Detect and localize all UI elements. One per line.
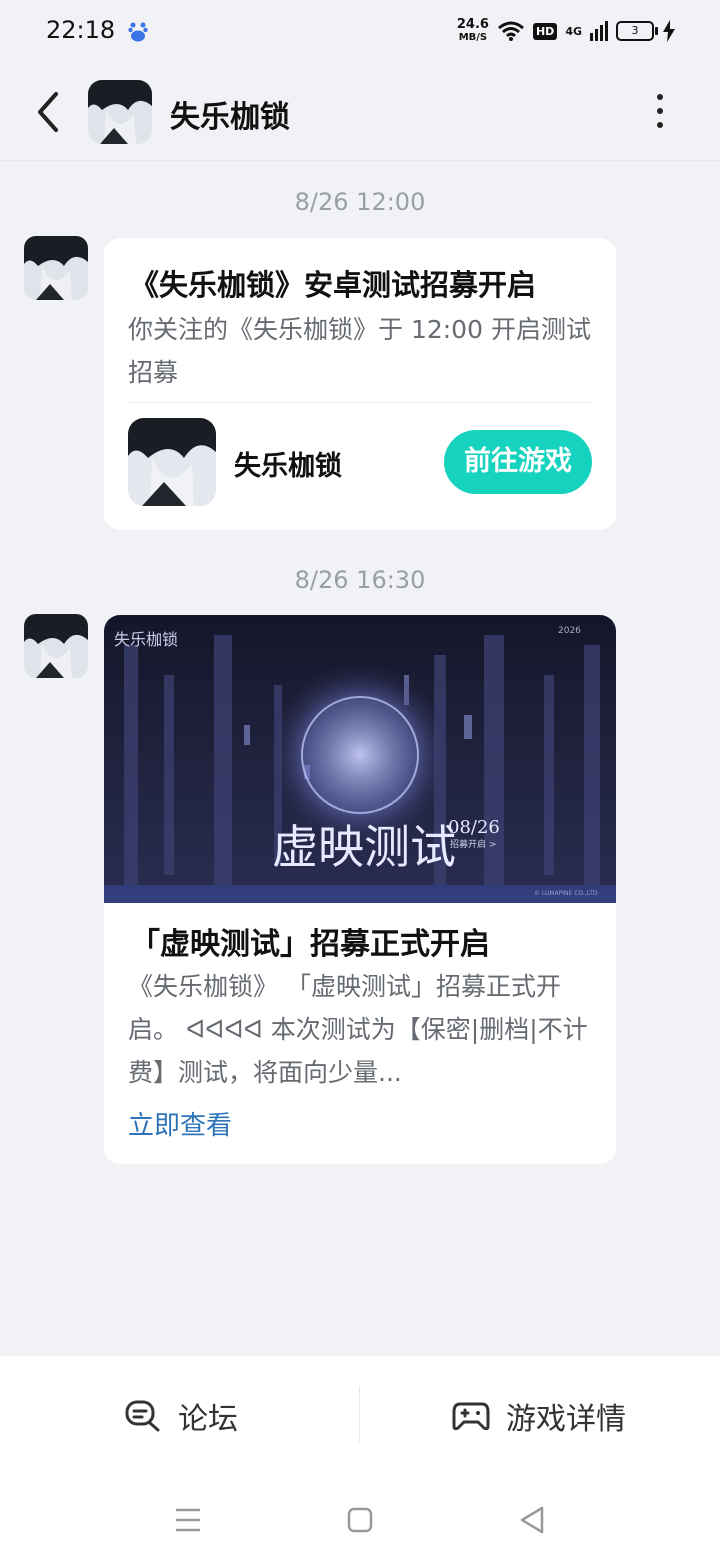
speed-value: 24.6 [456, 17, 489, 32]
charging-icon [663, 20, 675, 42]
announcement-card[interactable]: 失乐枷锁 2026 虚映测试 08/26 招募开启 > © LUMAPINE C… [104, 615, 616, 1164]
signal-icon [590, 21, 608, 41]
bottom-action-bar: 论坛 游戏详情 [0, 1356, 720, 1560]
back-nav-icon[interactable] [512, 1500, 552, 1540]
recent-apps-icon[interactable] [168, 1500, 208, 1540]
divider [128, 402, 592, 403]
test-recruit-card[interactable]: 《失乐枷锁》安卓测试招募开启 你关注的《失乐枷锁》于 12:00 开启测试招募 … [104, 238, 616, 530]
forum-chat-icon [125, 1400, 160, 1432]
go-to-game-button[interactable]: 前往游戏 [444, 430, 592, 494]
forum-tab[interactable]: 论坛 [124, 1392, 238, 1440]
game-detail-tab[interactable]: 游戏详情 [452, 1392, 626, 1440]
speed-unit: MB/S [458, 32, 488, 43]
more-menu-icon[interactable] [648, 94, 672, 134]
hd-badge: HD [532, 22, 558, 40]
message-timestamp: 8/26 12:00 [294, 188, 426, 216]
card-title: 「虚映测试」招募正式开启 [130, 927, 490, 962]
wifi-icon [498, 21, 524, 41]
card-body: 你关注的《失乐枷锁》于 12:00 开启测试招募 [128, 315, 591, 387]
game-detail-label: 游戏详情 [506, 1402, 626, 1437]
gamepad-icon [452, 1402, 490, 1431]
banner-copyright: © LUMAPINE CO.,LTD [534, 890, 598, 897]
message-timestamp: 8/26 16:30 [294, 566, 426, 594]
back-arrow-icon[interactable] [32, 88, 66, 136]
forum-label: 论坛 [178, 1402, 238, 1437]
sender-avatar[interactable] [24, 236, 88, 300]
card-title: 《失乐枷锁》安卓测试招募开启 [130, 268, 537, 302]
baidu-app-icon [128, 22, 148, 42]
announcement-banner-image[interactable]: 失乐枷锁 2026 虚映测试 08/26 招募开启 > © LUMAPINE C… [104, 615, 616, 903]
banner-sub: 招募开启 > [450, 838, 496, 850]
home-icon[interactable] [340, 1500, 380, 1540]
status-indicators: 24.6 MB/S HD 4G 3 [457, 14, 676, 48]
status-time: 22:18 [46, 16, 116, 44]
page-title: 失乐枷锁 [170, 100, 290, 135]
sender-avatar[interactable] [24, 614, 88, 678]
battery-icon: 3 [616, 21, 658, 41]
banner-date: 08/26 [448, 817, 500, 838]
game-name: 失乐枷锁 [234, 451, 342, 482]
view-now-link[interactable]: 立即查看 [128, 1105, 232, 1142]
network-type: 4G [565, 24, 582, 38]
card-body: 《失乐枷锁》 「虚映测试」招募正式开启。 ᐊᐊᐊᐊ 本次测试为【保密|删档|不计… [128, 972, 588, 1087]
banner-year: 2026 [558, 626, 581, 636]
network-speed: 24.6 MB/S [457, 18, 489, 44]
game-icon[interactable] [128, 418, 216, 506]
banner-main-text: 虚映测试 [272, 820, 456, 874]
chat-header: 失乐枷锁 [0, 64, 720, 161]
account-avatar[interactable] [88, 80, 152, 144]
banner-logo: 失乐枷锁 [114, 630, 178, 649]
tab-separator [359, 1386, 360, 1442]
status-bar: 22:18 24.6 MB/S HD 4G 3 [0, 0, 720, 64]
